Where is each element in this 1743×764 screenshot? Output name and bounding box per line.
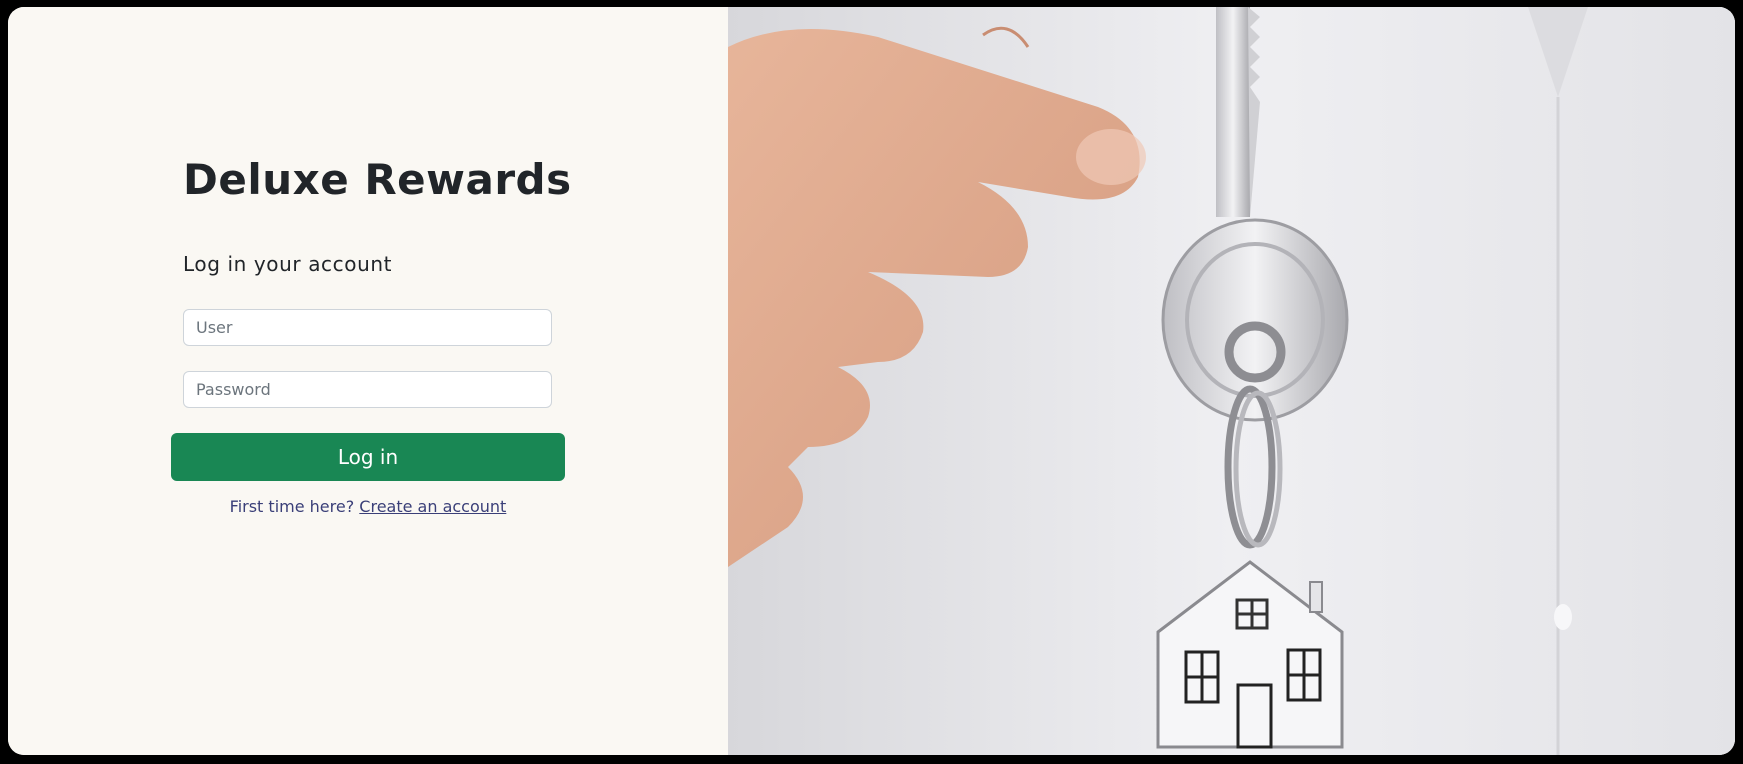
login-subtitle: Log in your account — [183, 252, 393, 276]
signup-prompt: First time here? — [229, 497, 355, 516]
key-icon — [1216, 7, 1250, 217]
login-panel: Deluxe Rewards Log in your account Log i… — [8, 7, 728, 755]
login-button[interactable]: Log in — [171, 433, 565, 481]
key-house-illustration — [728, 7, 1735, 755]
brand-title: Deluxe Rewards — [183, 155, 572, 204]
create-account-link[interactable]: Create an account — [359, 497, 506, 516]
password-input[interactable] — [183, 371, 552, 408]
signup-line: First time here? Create an account — [171, 497, 565, 516]
hero-image — [728, 7, 1735, 755]
login-window: Deluxe Rewards Log in your account Log i… — [8, 7, 1735, 755]
user-input[interactable] — [183, 309, 552, 346]
